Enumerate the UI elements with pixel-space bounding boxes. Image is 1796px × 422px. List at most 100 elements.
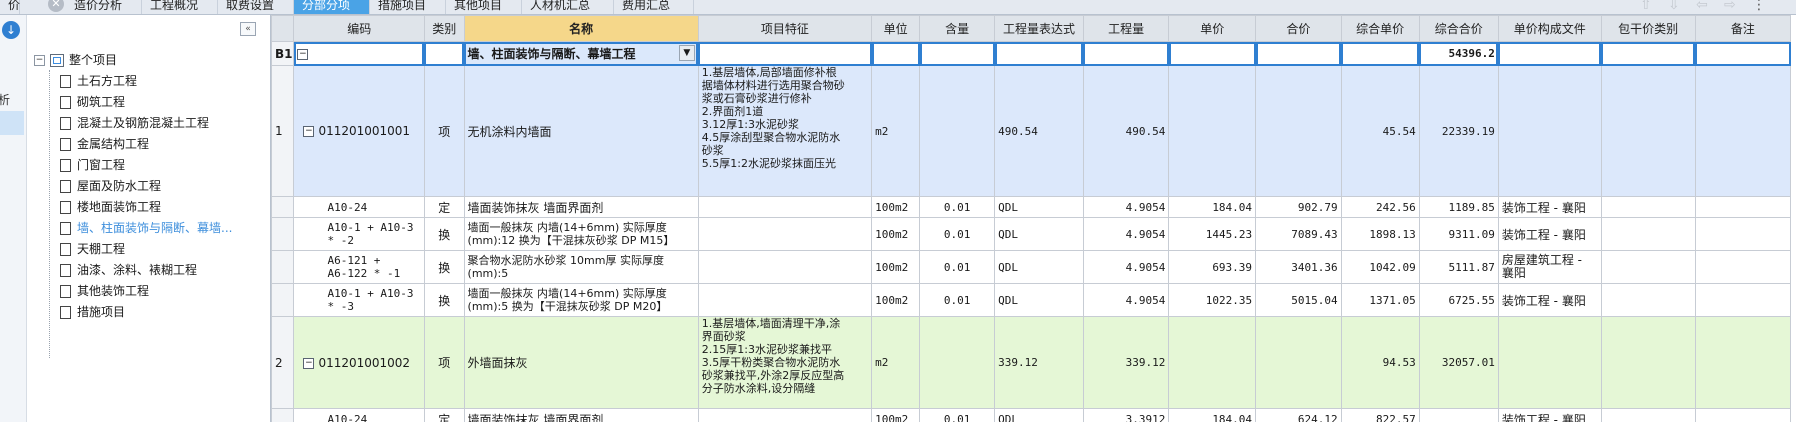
file-cell[interactable] — [1497, 65, 1602, 197]
tree-item-selected[interactable]: 墙、柱面装饰与隔断、幕墙... — [60, 218, 232, 238]
unit-cell[interactable]: 100m2 — [871, 283, 921, 317]
remark-cell[interactable] — [1694, 408, 1792, 422]
lumpsum-cell[interactable] — [1600, 283, 1696, 317]
sum-cell[interactable]: 7089.43 — [1255, 217, 1342, 251]
name-cell[interactable]: 外墙面抹灰 — [463, 316, 699, 409]
lumpsum-cell[interactable] — [1600, 316, 1696, 409]
collapse-pane-button[interactable]: « — [240, 22, 256, 36]
unit-total-cell[interactable] — [1340, 41, 1420, 66]
arrow-left-icon[interactable]: ⇦ — [1696, 0, 1708, 13]
type-cell[interactable]: 定 — [423, 408, 465, 422]
code-cell[interactable]: A10-1 + A10-3 * -3 — [293, 283, 425, 317]
sum-cell[interactable] — [1255, 316, 1342, 409]
unit-cell[interactable]: m2 — [871, 65, 921, 197]
sum-cell[interactable]: 624.12 — [1255, 408, 1342, 422]
unit-total-cell[interactable]: 1042.09 — [1340, 250, 1420, 284]
remark-cell[interactable] — [1694, 196, 1792, 218]
menu-icon[interactable]: ⋮ — [1752, 0, 1766, 13]
table-row[interactable]: A10-1 + A10-3 * -2 换 墙面一般抹灰 内墙(14+6mm) 实… — [271, 217, 1792, 251]
expr-cell[interactable]: QDL — [994, 196, 1084, 218]
collapse-toggle-icon[interactable]: − — [303, 126, 315, 137]
remark-cell[interactable] — [1694, 316, 1792, 409]
tab-cutoff[interactable]: 价 — [0, 0, 20, 14]
col-header-remark[interactable]: 备注 — [1694, 15, 1792, 42]
unit-cell[interactable] — [871, 41, 921, 66]
price-cell[interactable]: 1445.23 — [1168, 217, 1257, 251]
col-header-content[interactable]: 含量 — [919, 15, 996, 42]
expr-cell[interactable]: QDL — [994, 283, 1084, 317]
qty-cell[interactable]: 4.9054 — [1082, 217, 1170, 251]
col-header-code[interactable]: 编码 — [293, 15, 425, 42]
content-cell[interactable] — [919, 41, 996, 66]
type-cell[interactable]: 项 — [423, 65, 465, 197]
unit-total-cell[interactable]: 1898.13 — [1340, 217, 1420, 251]
section-name-cell[interactable]: 墙、柱面装饰与隔断、幕墙工程 ▼ — [463, 41, 699, 66]
move-up-icon[interactable]: ⇧ — [1640, 0, 1652, 13]
arrow-right-icon[interactable]: ⇨ — [1724, 0, 1736, 13]
tab-other-items[interactable]: 其他项目 — [446, 0, 522, 14]
name-cell[interactable]: 无机涂料内墙面 — [463, 65, 699, 197]
table-row[interactable]: 1 −011201001001 项 无机涂料内墙面 1.基层墙体,局部墙面修补根… — [271, 65, 1792, 197]
remark-cell[interactable] — [1694, 283, 1792, 317]
price-cell[interactable] — [1168, 41, 1257, 66]
content-cell[interactable]: 0.01 — [919, 283, 996, 317]
total-cell[interactable]: 6725.55 — [1418, 283, 1499, 317]
content-cell[interactable] — [919, 65, 996, 197]
feature-cell[interactable] — [697, 283, 873, 317]
name-cell[interactable]: 墙面装饰抹灰 墙面界面剂 — [463, 408, 699, 422]
total-cell[interactable]: 32057.01 — [1418, 316, 1499, 409]
tab-project-overview[interactable]: 工程概况 — [142, 0, 218, 14]
qty-cell[interactable]: 4.9054 — [1082, 250, 1170, 284]
total-cell[interactable]: 22339.19 — [1418, 65, 1499, 197]
tree-root[interactable]: − 整个项目 — [34, 50, 117, 70]
tree-item[interactable]: 油漆、涂料、裱糊工程 — [60, 260, 197, 280]
col-header-file[interactable]: 单价构成文件 — [1497, 15, 1602, 42]
remark-cell[interactable] — [1694, 217, 1792, 251]
file-cell[interactable]: 房屋建筑工程 - 襄阳 — [1497, 250, 1602, 284]
qty-cell[interactable] — [1082, 41, 1170, 66]
total-cell[interactable] — [1418, 408, 1499, 422]
remark-cell[interactable] — [1694, 250, 1792, 284]
name-cell[interactable]: 聚合物水泥防水砂浆 10mm厚 实际厚度 (mm):5 — [463, 250, 699, 284]
code-cell[interactable]: A10-24 — [293, 196, 425, 218]
col-header-unit[interactable]: 单位 — [871, 15, 921, 42]
expr-cell[interactable] — [994, 41, 1084, 66]
file-cell[interactable]: 装饰工程 - 襄阳 — [1497, 196, 1602, 218]
file-cell[interactable]: 装饰工程 - 襄阳 — [1497, 217, 1602, 251]
tree-item[interactable]: 门窗工程 — [60, 155, 125, 175]
unit-cell[interactable]: 100m2 — [871, 217, 921, 251]
unit-cell[interactable]: 100m2 — [871, 408, 921, 422]
col-header-type[interactable]: 类别 — [423, 15, 465, 42]
name-cell[interactable]: 墙面一般抹灰 内墙(14+6mm) 实际厚度 (mm):5 换为【干混抹灰砂浆 … — [463, 283, 699, 317]
tab-labor-material-machine[interactable]: 人材机汇总 — [522, 0, 614, 14]
tree-item[interactable]: 砌筑工程 — [60, 92, 125, 112]
qty-cell[interactable]: 3.3912 — [1082, 408, 1170, 422]
unit-total-cell[interactable]: 94.53 — [1340, 316, 1420, 409]
tab-measures[interactable]: 措施项目 — [370, 0, 446, 14]
unit-total-cell[interactable]: 242.56 — [1340, 196, 1420, 218]
remark-cell[interactable] — [1694, 65, 1792, 197]
table-row[interactable]: A10-24 定 墙面装饰抹灰 墙面界面剂 100m2 0.01 QDL 4.9… — [271, 196, 1792, 218]
qty-cell[interactable]: 4.9054 — [1082, 283, 1170, 317]
table-row[interactable]: A10-24 定 墙面装饰抹灰 墙面界面剂 100m2 0.01 QDL 3.3… — [271, 408, 1792, 422]
tree-item[interactable]: 楼地面装饰工程 — [60, 197, 161, 217]
code-cell[interactable]: A10-24 — [293, 408, 425, 422]
type-cell[interactable]: 定 — [423, 196, 465, 218]
code-cell[interactable]: −011201001001 — [293, 65, 425, 197]
tree-item[interactable]: 金属结构工程 — [60, 134, 149, 154]
type-cell[interactable] — [423, 41, 465, 66]
type-cell[interactable]: 换 — [423, 250, 465, 284]
price-cell[interactable]: 1022.35 — [1168, 283, 1257, 317]
tab-cost-analysis[interactable]: 造价分析 — [66, 0, 142, 14]
lumpsum-cell[interactable] — [1600, 408, 1696, 422]
feature-cell[interactable] — [697, 217, 873, 251]
col-header-feature[interactable]: 项目特征 — [697, 15, 873, 42]
unit-total-cell[interactable]: 822.57 — [1340, 408, 1420, 422]
lumpsum-cell[interactable] — [1600, 250, 1696, 284]
col-header-expr[interactable]: 工程量表达式 — [994, 15, 1084, 42]
download-icon[interactable]: ↓ — [2, 21, 20, 39]
feature-cell[interactable]: 1.基层墙体,局部墙面修补根 据墙体材料进行选用聚合物砂 浆或石膏砂浆进行修补 … — [697, 65, 873, 197]
expr-cell[interactable]: QDL — [994, 408, 1084, 422]
price-cell[interactable]: 693.39 — [1168, 250, 1257, 284]
qty-cell[interactable]: 4.9054 — [1082, 196, 1170, 218]
